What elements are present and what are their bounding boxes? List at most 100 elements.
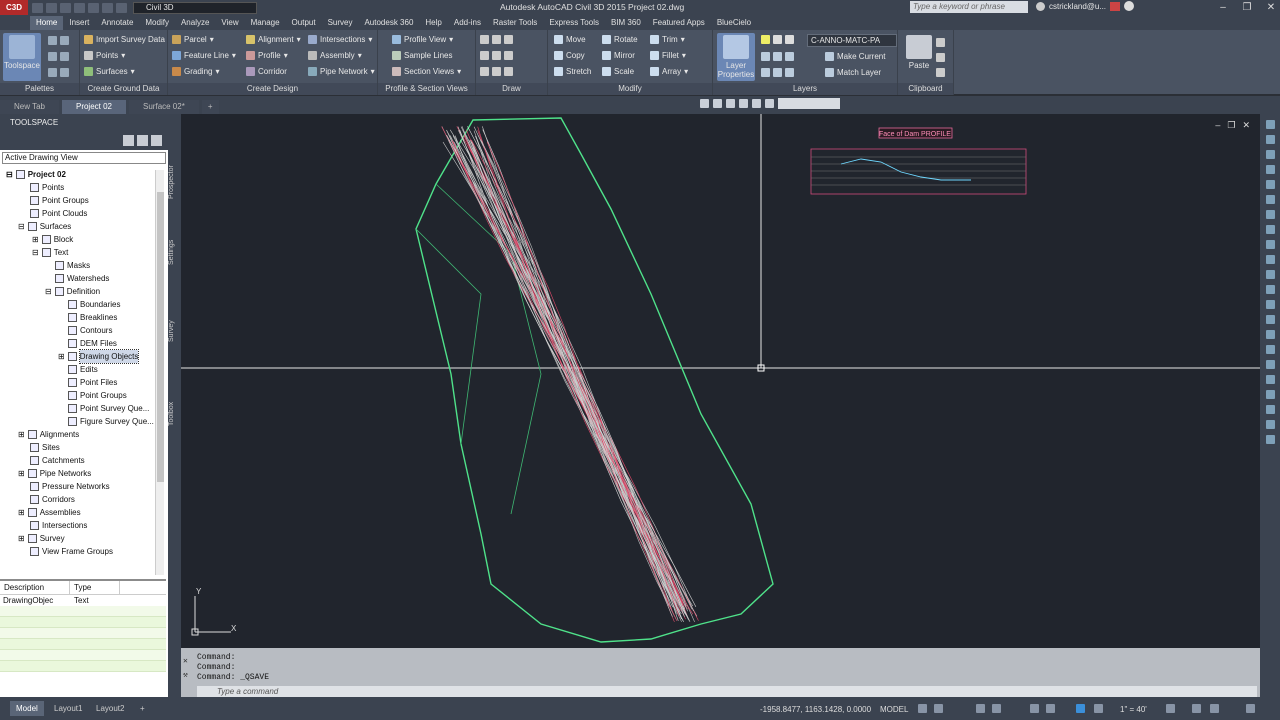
tree-item-edits[interactable]: Edits bbox=[68, 363, 98, 376]
nav-icon-5[interactable] bbox=[1265, 180, 1275, 189]
tree-item-dem-files[interactable]: DEM Files bbox=[68, 337, 117, 350]
import-survey-data-button[interactable]: Import Survey Data bbox=[84, 35, 165, 44]
tree-item-project[interactable]: ⊟ Project 02 bbox=[6, 168, 66, 181]
layer-properties-button[interactable]: Layer Properties bbox=[717, 33, 755, 81]
tree-item-masks[interactable]: Masks bbox=[55, 259, 90, 272]
osnap-icon[interactable] bbox=[1030, 704, 1039, 713]
tree-item-definition[interactable]: ⊟ Definition bbox=[45, 285, 100, 298]
tab-addins[interactable]: Add-ins bbox=[448, 16, 487, 30]
panel-title-clipboard[interactable]: Clipboard bbox=[898, 83, 953, 95]
side-tab-prospector[interactable]: Prospector bbox=[168, 152, 181, 212]
save-as-icon[interactable] bbox=[74, 2, 85, 13]
panel-title-profile-section[interactable]: Profile & Section Views bbox=[378, 83, 475, 95]
tree-item-catchments[interactable]: Catchments bbox=[30, 454, 85, 467]
tree-item-assemblies[interactable]: ⊞ Assemblies bbox=[18, 506, 81, 519]
tree-item-surfaces[interactable]: ⊟ Surfaces bbox=[18, 220, 71, 233]
active-drawing-view-select[interactable]: Active Drawing View bbox=[2, 152, 166, 164]
copy-button[interactable]: Copy bbox=[554, 51, 585, 60]
add-layout-button[interactable]: + bbox=[134, 701, 151, 716]
tree-item-block[interactable]: ⊞ Block bbox=[32, 233, 73, 246]
tree-item-points[interactable]: Points bbox=[30, 181, 64, 194]
close-icon[interactable]: ✕ bbox=[1264, 2, 1278, 13]
workspace-select[interactable]: Civil 3D bbox=[133, 1, 257, 14]
layer-state-icons[interactable] bbox=[761, 35, 794, 44]
tab-featured-apps[interactable]: Featured Apps bbox=[647, 16, 711, 30]
pipe-network-button[interactable]: Pipe Network ▾ bbox=[308, 67, 375, 76]
palette-icons-row2[interactable] bbox=[48, 52, 69, 61]
tree-item-figure-survey-queries[interactable]: Figure Survey Que... bbox=[68, 415, 154, 428]
tab-annotate[interactable]: Annotate bbox=[95, 16, 139, 30]
panel-title-layers[interactable]: Layers bbox=[713, 83, 897, 95]
tree-item-view-frame-groups[interactable]: View Frame Groups bbox=[30, 545, 113, 558]
tab-autodesk360[interactable]: Autodesk 360 bbox=[358, 16, 419, 30]
tree-item-point-clouds[interactable]: Point Clouds bbox=[30, 207, 87, 220]
scale-button[interactable]: Scale bbox=[602, 67, 634, 76]
help-icon[interactable] bbox=[1124, 1, 1135, 11]
tab-express-tools[interactable]: Express Tools bbox=[543, 16, 605, 30]
tree-item-corridors[interactable]: Corridors bbox=[30, 493, 75, 506]
nav-icon-12[interactable] bbox=[1265, 285, 1275, 294]
tree-item-contours[interactable]: Contours bbox=[68, 324, 112, 337]
isolate-icon[interactable] bbox=[1210, 704, 1219, 713]
grading-button[interactable]: Grading ▾ bbox=[172, 67, 219, 76]
nav-icon-16[interactable] bbox=[1265, 345, 1275, 354]
panel-title-modify[interactable]: Modify bbox=[548, 83, 712, 95]
nav-icon-3[interactable] bbox=[1265, 150, 1275, 159]
feature-line-button[interactable]: Feature Line ▾ bbox=[172, 51, 236, 60]
panel-title-create-design[interactable]: Create Design bbox=[168, 83, 377, 95]
annotation-scale[interactable]: 1" = 40' bbox=[1120, 705, 1147, 714]
nav-icon-10[interactable] bbox=[1265, 255, 1275, 264]
array-button[interactable]: Array ▾ bbox=[650, 67, 688, 76]
open-icon[interactable] bbox=[46, 2, 57, 13]
maximize-icon[interactable]: ❐ bbox=[1240, 2, 1254, 13]
viewport-restore-icon[interactable]: ❐ bbox=[1227, 120, 1235, 131]
close-command-icon[interactable]: ✕ bbox=[183, 656, 193, 666]
tab-bluecielo[interactable]: BlueCielo bbox=[711, 16, 757, 30]
panel-title-draw[interactable]: Draw bbox=[476, 83, 547, 95]
polar-icon[interactable] bbox=[992, 704, 1001, 713]
make-current-button[interactable]: Make Current bbox=[825, 52, 885, 61]
mini-icon-6[interactable] bbox=[765, 99, 774, 108]
draw-row3[interactable] bbox=[480, 67, 513, 76]
nav-icon-22[interactable] bbox=[1265, 435, 1275, 444]
props-col-description[interactable]: Description bbox=[0, 581, 70, 594]
profile-view-button[interactable]: Profile View ▾ bbox=[392, 35, 453, 44]
tab-help[interactable]: Help bbox=[419, 16, 447, 30]
viewport-minimize-icon[interactable]: – bbox=[1215, 120, 1220, 131]
drawing-canvas[interactable]: Face of Dam PROFILE Y X – ❐ ✕ bbox=[181, 114, 1260, 648]
mini-icon-4[interactable] bbox=[739, 99, 748, 108]
mini-icon-1[interactable] bbox=[700, 99, 709, 108]
layer-combo[interactable]: C-ANNO-MATC-PA bbox=[807, 34, 897, 47]
tab-bim360[interactable]: BIM 360 bbox=[605, 16, 647, 30]
nav-icon-9[interactable] bbox=[1265, 240, 1275, 249]
palette-icons-row1[interactable] bbox=[48, 36, 69, 45]
tree-item-drawing-objects[interactable]: ⊞ Drawing Objects bbox=[58, 349, 140, 364]
mini-icon-3[interactable] bbox=[726, 99, 735, 108]
plus-icon[interactable] bbox=[1192, 704, 1201, 713]
save-icon[interactable] bbox=[60, 2, 71, 13]
exchange-icon[interactable] bbox=[1110, 1, 1121, 11]
profile-title[interactable]: Face of Dam PROFILE bbox=[879, 131, 951, 138]
tree-scrollbar[interactable] bbox=[155, 170, 164, 575]
add-tab-button[interactable]: + bbox=[201, 100, 219, 114]
toolspace-button[interactable]: Toolspace bbox=[3, 33, 41, 81]
tree-item-survey[interactable]: ⊞ Survey bbox=[18, 532, 65, 545]
redo-icon[interactable] bbox=[116, 2, 127, 13]
tree-item-pressure-networks[interactable]: Pressure Networks bbox=[30, 480, 110, 493]
undo-icon[interactable] bbox=[102, 2, 113, 13]
nav-icon-1[interactable] bbox=[1265, 120, 1275, 129]
assembly-button[interactable]: Assembly ▾ bbox=[308, 51, 362, 60]
viewport-close-icon[interactable]: ✕ bbox=[1242, 120, 1250, 131]
snap-icon[interactable] bbox=[934, 704, 943, 713]
layer-tools-row2[interactable] bbox=[761, 52, 794, 61]
surfaces-button[interactable]: Surfaces ▾ bbox=[84, 67, 135, 76]
tab-analyze[interactable]: Analyze bbox=[175, 16, 215, 30]
fillet-button[interactable]: Fillet ▾ bbox=[650, 51, 686, 60]
command-input[interactable]: Type a command bbox=[197, 686, 1257, 697]
mini-icon-2[interactable] bbox=[713, 99, 722, 108]
doc-tab-project02[interactable]: Project 02 bbox=[61, 100, 127, 114]
layer-tools-row3[interactable] bbox=[761, 68, 794, 77]
nav-icon-21[interactable] bbox=[1265, 420, 1275, 429]
nav-icon-8[interactable] bbox=[1265, 225, 1275, 234]
tree-item-text[interactable]: ⊟ Text bbox=[32, 246, 68, 259]
